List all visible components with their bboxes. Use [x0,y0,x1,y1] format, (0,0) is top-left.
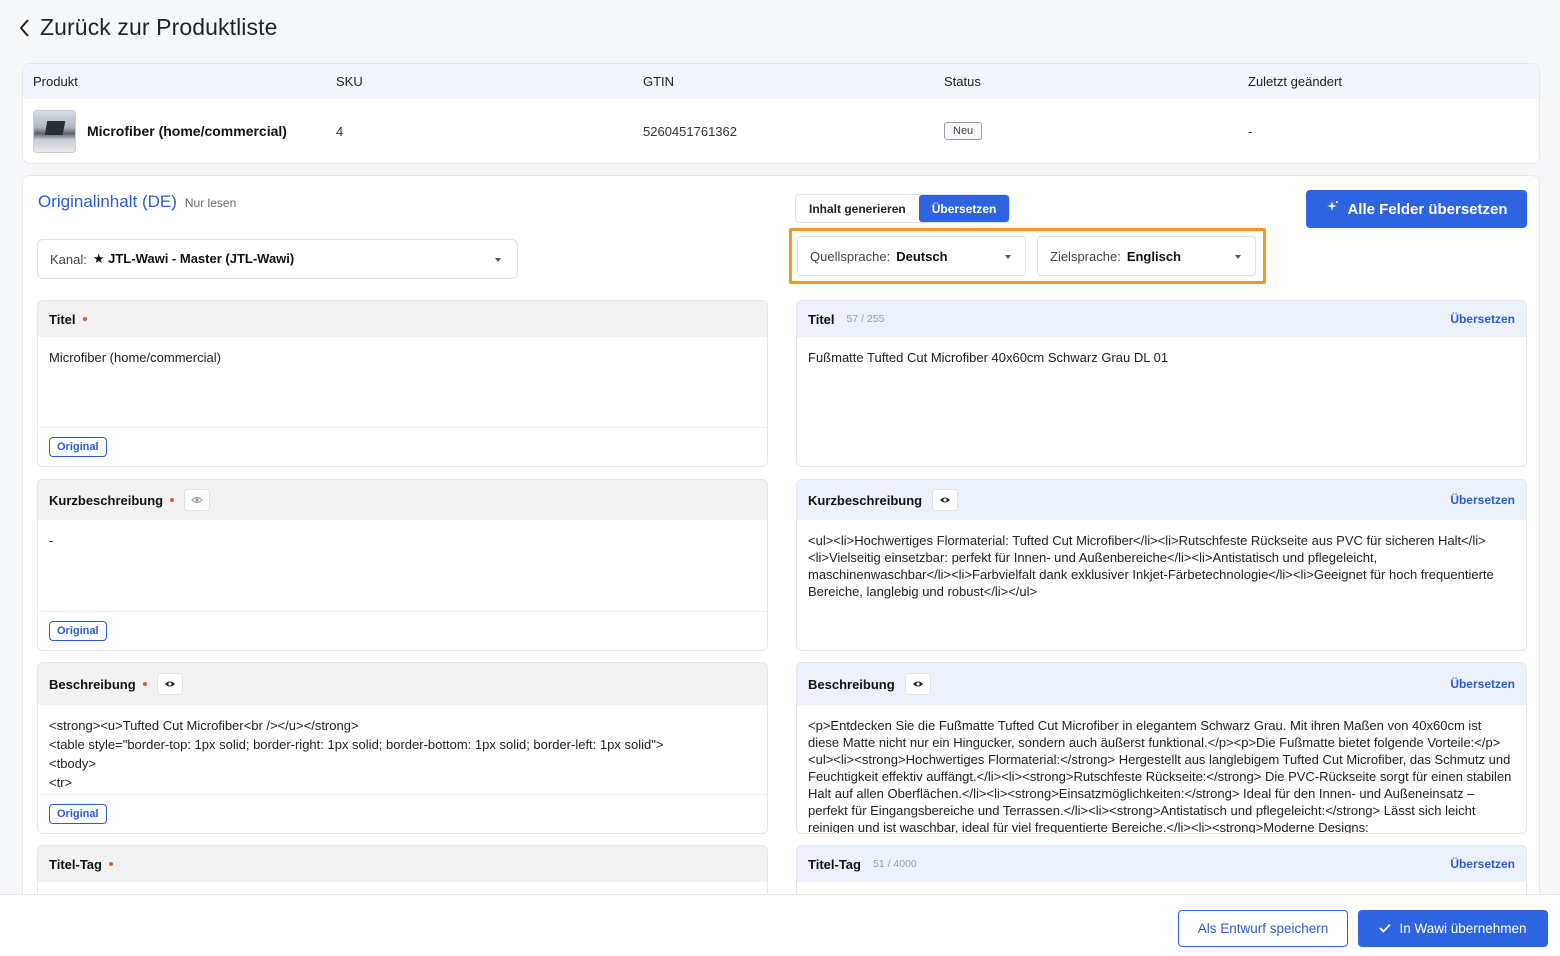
channel-select[interactable]: Kanal: ★ JTL-Wawi - Master (JTL-Wawi) [37,239,518,279]
field-label: Kurzbeschreibung [808,492,923,508]
field-label: Kurzbeschreibung [49,492,164,508]
required-indicator [142,682,147,686]
action-footer: Als Entwurf speichern In Wawi übernehmen [0,894,1560,956]
apply-to-wawi-button[interactable]: In Wawi übernehmen [1358,910,1548,947]
required-indicator [82,317,87,321]
chevron-left-icon [18,15,34,41]
product-name: Microfiber (home/commercial) [87,123,287,139]
caret-down-icon [1005,255,1011,259]
eye-icon[interactable] [932,489,959,511]
product-summary-table: Produkt SKU GTIN Status Zuletzt geändert… [22,63,1540,164]
content-editor-card: Originalinhalt (DE) Nur lesen Kanal: ★ J… [22,175,1540,935]
status-badge: Neu [944,122,983,140]
translate-description-link[interactable]: Übersetzen [1450,677,1515,691]
eye-icon[interactable] [904,673,931,695]
original-badge: Original [49,437,107,457]
translated-description-field: Beschreibung Übersetzen <p>Entdecken Sie… [796,662,1527,834]
sparkle-icon [1325,200,1339,218]
product-modified: - [1248,123,1253,139]
field-textarea[interactable]: Fußmatte Tufted Cut Microfiber 40x60cm S… [797,337,1526,378]
char-counter: 51 / 4000 [872,858,917,870]
field-textarea[interactable]: <p>Entdecken Sie die Fußmatte Tufted Cut… [797,705,1526,833]
caret-down-icon [1235,255,1241,259]
translate-all-label: Alle Felder übersetzen [1347,200,1508,218]
eye-icon[interactable] [184,489,211,511]
required-indicator [170,498,175,502]
readonly-label: Nur lesen [184,196,237,210]
original-content-heading: Originalinhalt (DE) Nur lesen [38,192,236,212]
field-value: - [49,533,54,548]
check-icon [1379,921,1392,936]
apply-label: In Wawi übernehmen [1399,921,1527,936]
field-label: Titel-Tag [808,856,861,872]
source-language-label: Quellsprache: [810,248,891,264]
save-draft-button[interactable]: Als Entwurf speichern [1178,910,1348,947]
table-row[interactable]: Microfiber (home/commercial) 4 526045176… [23,99,1539,163]
original-short-description-field: Kurzbeschreibung - Original [37,479,768,651]
back-label: Zurück zur Produktliste [40,14,278,40]
target-language-label: Zielsprache: [1050,248,1121,264]
required-indicator [108,862,113,866]
target-language-select[interactable]: Zielsprache: Englisch [1037,236,1256,276]
channel-label: Kanal: [50,251,87,267]
original-badge: Original [49,804,107,824]
source-language-select[interactable]: Quellsprache: Deutsch [797,236,1026,276]
header-status: Status [944,74,981,89]
tab-generate[interactable]: Inhalt generieren [796,195,919,222]
mode-tabs: Inhalt generieren Übersetzen [795,194,1011,223]
product-gtin: 5260451761362 [643,123,737,139]
field-value: <strong><u>Tufted Cut Microfiber<br /></… [49,718,664,790]
back-link[interactable]: Zurück zur Produktliste [18,14,278,41]
original-description-field: Beschreibung <strong><u>Tufted Cut Micro… [37,662,768,834]
translate-title-link[interactable]: Übersetzen [1450,312,1515,326]
product-thumbnail [33,109,76,153]
source-language-value: Deutsch [896,248,948,264]
translated-title-field: Titel 57 / 255 Übersetzen Fußmatte Tufte… [796,300,1527,467]
eye-icon[interactable] [156,673,183,695]
original-title-field: Titel Microfiber (home/commercial) Origi… [37,300,768,467]
translate-all-button[interactable]: Alle Felder übersetzen [1306,190,1527,228]
translate-short-description-link[interactable]: Übersetzen [1450,493,1515,507]
tab-translate[interactable]: Übersetzen [918,195,1010,222]
translate-title-tag-link[interactable]: Übersetzen [1450,857,1515,871]
translated-short-description-field: Kurzbeschreibung Übersetzen <ul><li>Hoch… [796,479,1527,651]
field-label: Titel [49,311,76,327]
channel-value: ★ JTL-Wawi - Master (JTL-Wawi) [92,251,295,266]
field-label: Titel-Tag [49,856,102,872]
product-sku: 4 [336,123,344,139]
field-textarea[interactable]: <ul><li>Hochwertiges Flormaterial: Tufte… [797,520,1526,612]
table-header: Produkt SKU GTIN Status Zuletzt geändert [23,64,1539,99]
header-produkt: Produkt [33,74,78,89]
field-label: Beschreibung [808,676,895,692]
field-label: Titel [808,311,835,327]
header-sku: SKU [336,74,363,89]
header-gtin: GTIN [643,74,675,89]
field-value: Microfiber (home/commercial) [49,350,221,365]
original-badge: Original [49,621,107,641]
target-language-value: Englisch [1126,248,1181,264]
char-counter: 57 / 255 [846,313,885,325]
field-label: Beschreibung [49,676,136,692]
header-modified: Zuletzt geändert [1248,74,1342,89]
original-title: Originalinhalt (DE) [38,192,177,211]
caret-down-icon [495,258,501,262]
